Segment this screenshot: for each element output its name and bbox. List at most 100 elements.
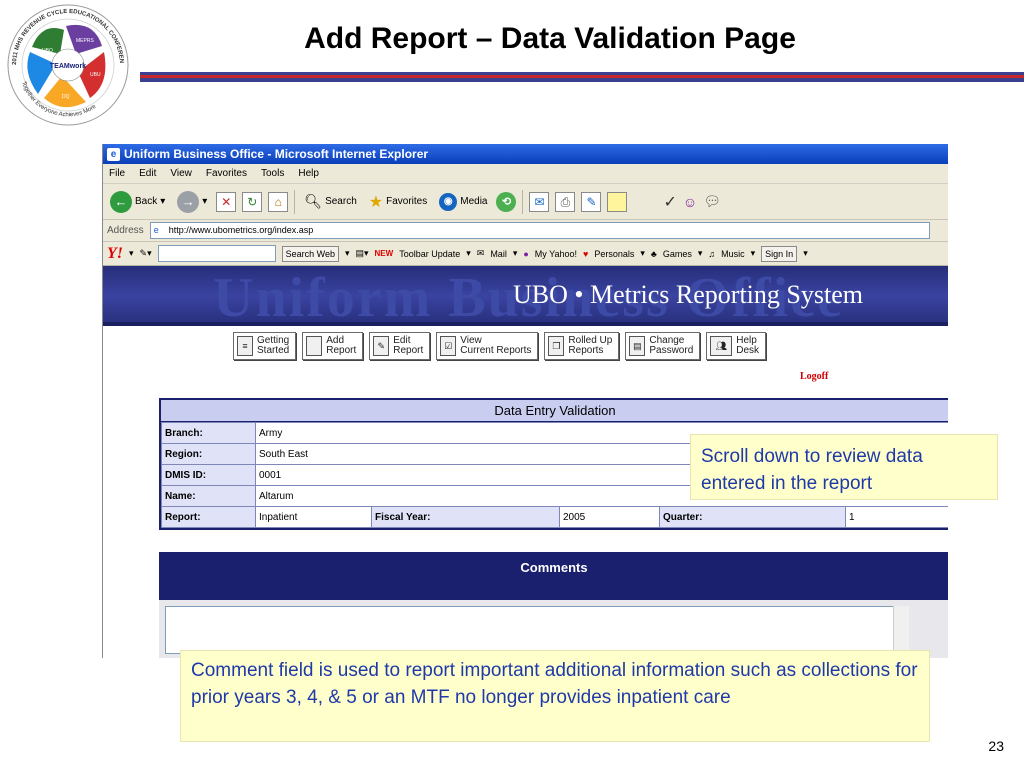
callout-scroll-hint: Scroll down to review data entered in th… (690, 434, 998, 500)
back-button[interactable]: ← Back ▾ (107, 189, 168, 215)
form-document-icon: ▤ (629, 336, 646, 356)
slide: TEAMwork UBO MEPRS UBU DQ 2011 MHS REVEN… (0, 0, 1024, 768)
my-yahoo-icon: ● (523, 248, 529, 259)
pencil-icon[interactable]: ✎▾ (140, 248, 152, 259)
history-icon[interactable]: ⟲ (496, 191, 517, 212)
media-button[interactable]: ◉ Media (436, 189, 490, 215)
music-dropdown-icon[interactable]: ▾ (751, 248, 756, 259)
mail-icon[interactable]: ✉ (529, 191, 550, 212)
nav-rolled-up-reports[interactable]: ❐ Rolled Up Reports (544, 332, 620, 360)
title-divider (140, 72, 1024, 82)
back-dropdown-icon[interactable]: ▾ (160, 196, 165, 207)
document-list-icon: ≡ (237, 336, 253, 356)
address-label: Address (107, 225, 144, 236)
region-label: Region: (161, 443, 256, 465)
comments-textarea[interactable] (165, 606, 907, 654)
slide-title: Add Report – Data Validation Page (304, 22, 796, 55)
yahoo-toolbar: Y! ▾ ✎▾ Search Web ▾ ▤▾ NEW Toolbar Upda… (103, 242, 948, 266)
menu-favorites[interactable]: Favorites (206, 168, 247, 179)
logo-hand-meprs: MEPRS (76, 38, 94, 44)
banner-title: UBO • Metrics Reporting System (513, 280, 863, 309)
personals-dropdown-icon[interactable]: ▾ (640, 248, 645, 259)
toolbar-update-item[interactable]: Toolbar Update (399, 249, 460, 259)
quarter-label: Quarter: (659, 506, 846, 528)
menu-edit[interactable]: Edit (139, 168, 156, 179)
yahoo-search-input[interactable] (157, 245, 276, 262)
toolbar-separator (522, 189, 524, 214)
yahoo-dropdown-icon[interactable]: ▾ (129, 248, 134, 259)
menu-tools[interactable]: Tools (261, 168, 284, 179)
forward-arrow-icon: → (177, 190, 200, 213)
games-dropdown-icon[interactable]: ▾ (698, 248, 703, 259)
stop-icon[interactable]: ✕ (216, 191, 237, 212)
edit-icon[interactable]: ✎ (581, 191, 602, 212)
forward-dropdown-icon[interactable]: ▾ (202, 196, 207, 207)
new-badge-icon: NEW (374, 249, 394, 258)
nav-label: Help Desk (736, 335, 760, 356)
personals-icon: ♥ (583, 248, 589, 259)
comments-title: Comments (159, 552, 948, 600)
note-icon[interactable] (607, 191, 628, 212)
my-yahoo-item[interactable]: My Yahoo! (535, 249, 577, 259)
page-icon: e (153, 225, 159, 235)
toolbar-update-dropdown-icon[interactable]: ▾ (466, 248, 471, 259)
toolbar-separator (294, 189, 296, 214)
window-titlebar: e Uniform Business Office - Microsoft In… (103, 144, 948, 164)
messenger-icon[interactable]: ☺ (683, 194, 697, 210)
browser-toolbar: ← Back ▾ → ▾ ✕ ↻ ⌂ 🔍︎ Search ★ Favorites… (103, 184, 948, 220)
discuss-icon[interactable]: 💬︎ (703, 193, 721, 210)
blank-document-icon (306, 336, 323, 356)
nav-change-password[interactable]: ▤ Change Password (625, 332, 701, 360)
search-web-button[interactable]: Search Web (281, 245, 339, 262)
bookmarks-icon[interactable]: ▤▾ (355, 248, 368, 259)
home-icon[interactable]: ⌂ (268, 191, 289, 212)
menu-view[interactable]: View (170, 168, 192, 179)
report-label: Report: (161, 506, 256, 528)
search-web-dropdown-icon[interactable]: ▾ (345, 248, 350, 259)
menu-help[interactable]: Help (298, 168, 319, 179)
logo-hand-ubo: UBO (42, 48, 53, 54)
slide-number: 23 (988, 738, 1004, 754)
callout-comment-hint: Comment field is used to report importan… (180, 650, 930, 742)
sign-in-dropdown-icon[interactable]: ▾ (803, 248, 808, 259)
nav-label: Add Report (326, 335, 357, 356)
nav-edit-report[interactable]: ✎ Edit Report (369, 332, 431, 360)
logo-hand-dq: DQ (62, 94, 70, 100)
help-people-icon: 👥︎ (710, 336, 733, 356)
menu-file[interactable]: File (109, 168, 125, 179)
favorites-button[interactable]: ★ Favorites (366, 189, 430, 215)
nav-add-report[interactable]: Add Report (302, 332, 364, 360)
yahoo-mail-item[interactable]: Mail (490, 249, 507, 259)
address-input[interactable]: e http://www.ubometrics.org/index.asp (149, 222, 930, 239)
refresh-icon[interactable]: ↻ (242, 191, 263, 212)
branch-label: Branch: (161, 422, 256, 444)
forward-button[interactable]: → ▾ (174, 189, 210, 215)
games-item[interactable]: Games (663, 249, 692, 259)
favorites-star-icon: ★ (368, 193, 384, 211)
search-icon: 🔍︎ (304, 193, 323, 209)
personals-item[interactable]: Personals (594, 249, 634, 259)
conference-logo: TEAMwork UBO MEPRS UBU DQ 2011 MHS REVEN… (2, 2, 129, 126)
banner-underline (103, 322, 948, 326)
nav-view-current-reports[interactable]: ☑ View Current Reports (436, 332, 539, 360)
nav-getting-started[interactable]: ≡ Getting Started (233, 332, 297, 360)
comments-scrollbar[interactable] (893, 606, 909, 654)
ubo-nav: ≡ Getting Started Add Report ✎ Edit Repo… (233, 332, 767, 360)
music-icon: ♫ (708, 248, 716, 259)
search-button[interactable]: 🔍︎ Search (301, 189, 359, 215)
yahoo-logo[interactable]: Y! (107, 245, 123, 263)
comments-section: Comments (159, 552, 948, 658)
media-icon: ◉ (439, 192, 458, 211)
yahoo-mail-dropdown-icon[interactable]: ▾ (513, 248, 518, 259)
stacked-documents-icon: ❐ (548, 336, 565, 356)
check-icon[interactable]: ✓ (663, 192, 676, 212)
browser-window: e Uniform Business Office - Microsoft In… (102, 144, 948, 658)
games-icon: ♣ (650, 248, 657, 259)
sign-in-button[interactable]: Sign In (761, 245, 798, 262)
address-bar: Address e http://www.ubometrics.org/inde… (103, 220, 948, 242)
print-icon[interactable]: ⎙ (555, 191, 576, 212)
table-row: Report: Inpatient Fiscal Year: 2005 Quar… (161, 506, 948, 528)
nav-help-desk[interactable]: 👥︎ Help Desk (706, 332, 767, 360)
logoff-link[interactable]: Logoff (800, 371, 828, 382)
music-item[interactable]: Music (721, 249, 745, 259)
